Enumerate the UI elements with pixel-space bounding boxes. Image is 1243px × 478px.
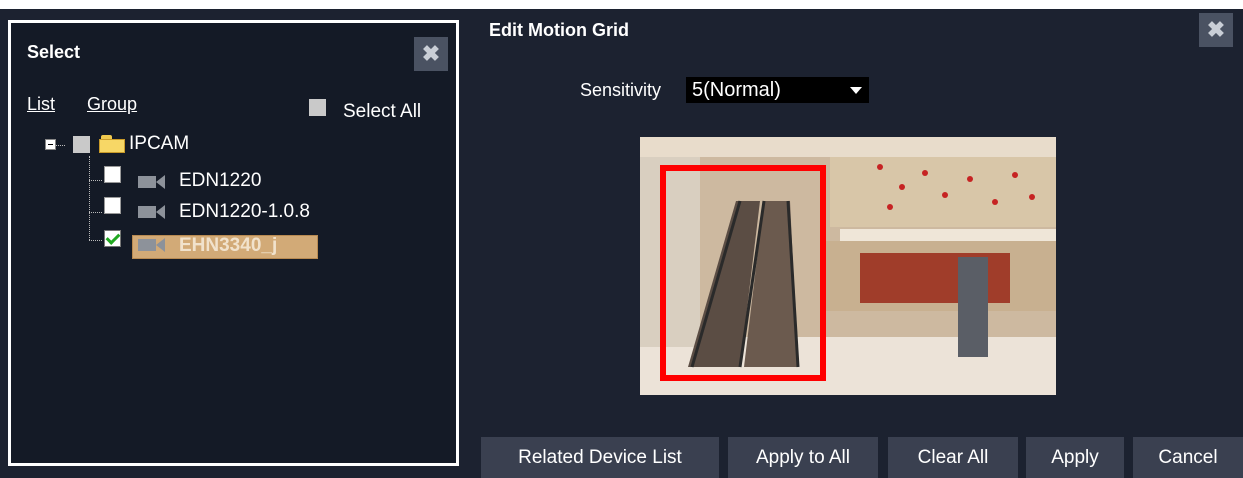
motion-detection-region[interactable]: [660, 165, 826, 381]
tree-root-label[interactable]: IPCAM: [129, 133, 189, 155]
select-all-label: Select All: [343, 101, 422, 122]
sensitivity-value: 5(Normal): [692, 79, 781, 101]
top-strip: [0, 0, 1243, 9]
tree-connector: [56, 145, 65, 146]
camera-icon: [138, 175, 166, 189]
related-device-list-button[interactable]: Related Device List: [481, 437, 719, 478]
sensitivity-select[interactable]: 5(Normal): [686, 77, 869, 103]
clear-all-button[interactable]: Clear All: [888, 437, 1018, 478]
device-label[interactable]: EDN1220-1.0.8: [179, 201, 310, 223]
close-icon: ✖: [421, 41, 441, 66]
camera-icon: [138, 238, 166, 252]
device-checkbox[interactable]: [104, 166, 121, 183]
ipcam-checkbox[interactable]: [73, 136, 90, 153]
edit-panel-title: Edit Motion Grid: [489, 20, 629, 40]
folder-icon: [99, 135, 125, 153]
device-label[interactable]: EHN3340_j: [179, 235, 277, 257]
tree-collapse-toggle[interactable]: [45, 139, 56, 150]
device-checkbox[interactable]: [104, 197, 121, 214]
apply-button[interactable]: Apply: [1026, 437, 1124, 478]
tab-list[interactable]: List: [27, 94, 55, 115]
tree-connector: [89, 180, 102, 181]
edit-close-button[interactable]: ✖: [1199, 13, 1233, 47]
device-checkbox-checked[interactable]: [104, 230, 121, 247]
tree-connector: [89, 240, 102, 241]
select-all-checkbox[interactable]: [309, 99, 326, 116]
close-icon: ✖: [1206, 17, 1226, 42]
tree-connector: [89, 156, 90, 240]
camera-icon: [138, 205, 166, 219]
chevron-down-icon: [850, 87, 862, 94]
select-close-button[interactable]: ✖: [414, 37, 448, 71]
sensitivity-label: Sensitivity: [580, 80, 662, 100]
select-panel-title: Select: [27, 42, 81, 62]
apply-to-all-button[interactable]: Apply to All: [728, 437, 878, 478]
device-label[interactable]: EDN1220: [179, 170, 261, 192]
tab-group[interactable]: Group: [87, 94, 137, 115]
cancel-button[interactable]: Cancel: [1133, 437, 1243, 478]
tree-connector: [89, 212, 102, 213]
